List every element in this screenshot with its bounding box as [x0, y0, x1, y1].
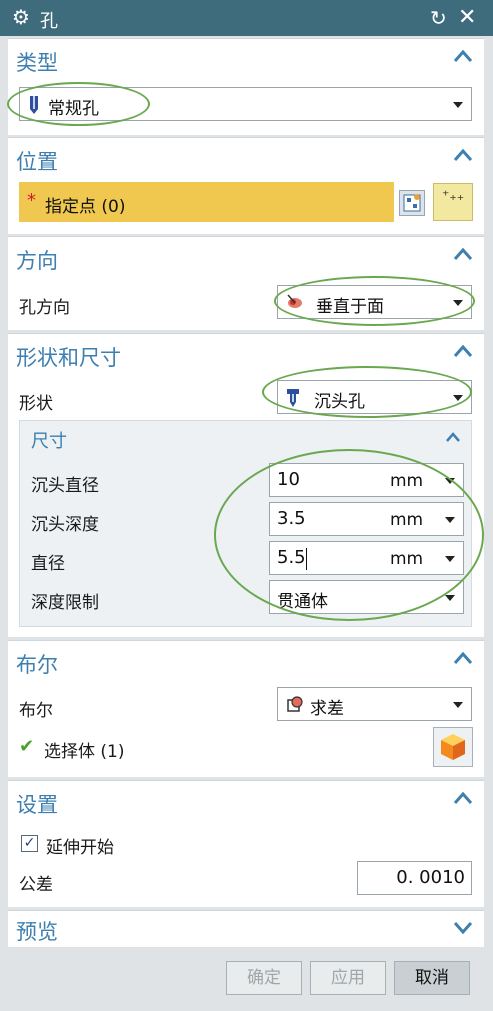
- tolerance-input[interactable]: 0. 0010: [357, 861, 472, 895]
- boolean-section: 布尔 布尔 求差 ✔ 选择体 (1): [8, 640, 484, 777]
- collapse-icon[interactable]: [452, 247, 474, 261]
- hole-type-icon: [30, 96, 38, 114]
- dimensions-group: 尺寸 沉头直径 10 mm 沉头深度 3.5 mm 直径 5.5 mm 深度限制…: [19, 420, 484, 627]
- depth-limit-label: 深度限制: [31, 593, 99, 613]
- direction-section-header[interactable]: 方向: [16, 245, 58, 275]
- boolean-section-header[interactable]: 布尔: [16, 649, 58, 679]
- shape-value: 沉头孔: [314, 392, 365, 412]
- point-dialog-button[interactable]: [399, 190, 425, 216]
- chevron-down-icon[interactable]: [445, 517, 455, 523]
- normal-to-face-icon: [287, 294, 302, 308]
- counterbore-diameter-input[interactable]: 10 mm: [269, 463, 464, 497]
- collapse-icon[interactable]: [445, 432, 461, 443]
- close-icon[interactable]: ✕: [458, 5, 476, 30]
- gear-icon: ⚙: [12, 5, 30, 29]
- settings-section-header[interactable]: 设置: [16, 789, 58, 819]
- boolean-select[interactable]: 求差: [277, 687, 472, 721]
- unit-label: mm: [390, 510, 424, 530]
- chevron-down-icon: [445, 595, 455, 601]
- extend-start-checkbox[interactable]: ✓: [21, 835, 38, 852]
- counterbore-depth-label: 沉头深度: [31, 515, 99, 535]
- counterbore-hole-icon: [287, 389, 299, 407]
- select-body-button[interactable]: [433, 727, 473, 767]
- chevron-down-icon[interactable]: [445, 478, 455, 484]
- depth-limit-value: 贯通体: [277, 592, 328, 612]
- required-marker: *: [27, 190, 36, 211]
- collapse-icon[interactable]: [452, 148, 474, 162]
- dimensions-header[interactable]: 尺寸: [31, 427, 67, 453]
- chevron-down-icon: [453, 702, 463, 708]
- type-section-header[interactable]: 类型: [16, 47, 58, 77]
- depth-limit-select[interactable]: 贯通体: [269, 580, 464, 614]
- chevron-down-icon[interactable]: [445, 556, 455, 562]
- collapse-icon[interactable]: [452, 344, 474, 358]
- tolerance-value: 0. 0010: [396, 867, 465, 888]
- unit-label: mm: [390, 471, 424, 491]
- collapse-icon[interactable]: [452, 49, 474, 63]
- counterbore-diameter-label: 沉头直径: [31, 476, 99, 496]
- extend-start-label: 延伸开始: [46, 838, 114, 858]
- ok-button[interactable]: 确定: [226, 961, 302, 995]
- diameter-value: 5.5: [277, 547, 306, 568]
- type-select[interactable]: 常规孔: [19, 87, 472, 121]
- direction-section: 方向 孔方向 垂直于面: [8, 236, 484, 330]
- hole-direction-value: 垂直于面: [316, 297, 384, 317]
- reset-icon[interactable]: ↻: [430, 6, 447, 30]
- boolean-value: 求差: [310, 699, 344, 719]
- tolerance-label: 公差: [19, 875, 53, 895]
- subtract-icon: [287, 696, 303, 712]
- boolean-label: 布尔: [19, 701, 53, 721]
- preview-section-header[interactable]: 预览: [16, 916, 58, 946]
- position-section: 位置 * 指定点 (0) ⁺₊₊: [8, 137, 484, 234]
- point-dialog-icon: [403, 194, 421, 212]
- point-plus-icon: ⁺₊₊: [442, 188, 465, 204]
- chevron-down-icon: [453, 102, 463, 108]
- specify-point-label: 指定点 (0): [45, 197, 126, 217]
- cancel-button[interactable]: 取消: [394, 961, 470, 995]
- diameter-input[interactable]: 5.5 mm: [269, 541, 464, 575]
- diameter-label: 直径: [31, 554, 65, 574]
- collapse-icon[interactable]: [452, 791, 474, 805]
- footer: 确定 应用 取消: [0, 948, 493, 1011]
- counterbore-depth-input[interactable]: 3.5 mm: [269, 502, 464, 536]
- type-section: 类型 常规孔: [7, 38, 484, 135]
- window-title: 孔: [40, 11, 58, 32]
- point-type-button[interactable]: ⁺₊₊: [433, 183, 473, 221]
- hole-direction-label: 孔方向: [19, 298, 70, 318]
- text-cursor: [306, 548, 307, 570]
- counterbore-depth-value: 3.5: [277, 508, 306, 529]
- checkmark-icon: ✔: [19, 736, 35, 757]
- collapse-icon[interactable]: [452, 651, 474, 665]
- shape-section-header[interactable]: 形状和尺寸: [16, 342, 121, 372]
- unit-label: mm: [390, 549, 424, 569]
- settings-section: 设置 ✓ 延伸开始 公差 0. 0010: [8, 780, 484, 907]
- apply-button[interactable]: 应用: [310, 961, 386, 995]
- counterbore-diameter-value: 10: [277, 469, 300, 490]
- title-bar: ⚙ 孔 ↻ ✕: [0, 0, 493, 36]
- select-body-label: 选择体 (1): [44, 742, 125, 762]
- chevron-down-icon: [453, 300, 463, 306]
- preview-section: 预览: [8, 910, 484, 947]
- hole-direction-select[interactable]: 垂直于面: [277, 285, 472, 319]
- shape-label: 形状: [19, 394, 53, 414]
- position-section-header[interactable]: 位置: [16, 146, 58, 176]
- shape-section: 形状和尺寸 形状 沉头孔 尺寸 沉头直径 10 mm 沉头深度 3.5 mm 直…: [8, 333, 484, 637]
- expand-icon[interactable]: [452, 921, 474, 935]
- solid-body-icon: [441, 734, 465, 760]
- shape-select[interactable]: 沉头孔: [277, 380, 472, 414]
- specify-point-field[interactable]: * 指定点 (0): [19, 182, 394, 222]
- chevron-down-icon: [453, 395, 463, 401]
- type-value: 常规孔: [48, 99, 99, 119]
